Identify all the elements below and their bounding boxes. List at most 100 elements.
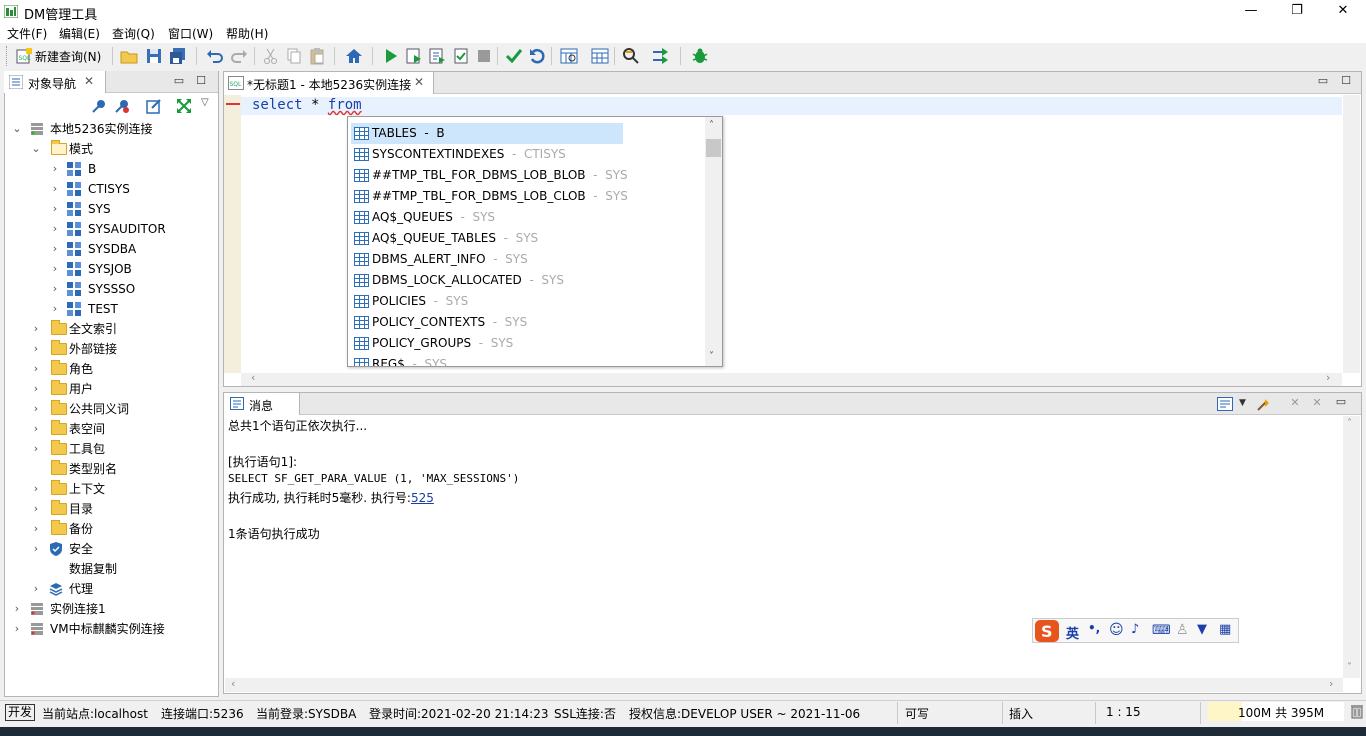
maximize-view-icon[interactable]: ☐ — [1340, 75, 1352, 87]
editor-horizontal-scrollbar[interactable]: ‹ › — [241, 371, 1342, 386]
commit-icon[interactable] — [505, 47, 523, 65]
expand-icon[interactable]: › — [12, 619, 22, 639]
view-menu-icon[interactable]: ▽ — [201, 97, 209, 108]
new-query-button[interactable]: 新建查询(N) — [35, 48, 101, 65]
expand-icon[interactable]: › — [31, 539, 41, 559]
toolbox-icon[interactable]: ▦ — [1219, 622, 1231, 637]
table-designer-icon[interactable] — [591, 47, 609, 65]
ime-toolbar[interactable]: S 英 •, ☺ ♪ ⌨ ♙ ▼ ▦ — [1032, 618, 1239, 643]
debug-icon[interactable] — [691, 47, 709, 65]
expand-icon[interactable]: › — [31, 499, 41, 519]
rollback-icon[interactable] — [528, 47, 546, 65]
expand-icon[interactable]: › — [31, 379, 41, 399]
expand-icon[interactable]: › — [31, 399, 41, 419]
close-tab-icon[interactable]: ✕ — [84, 74, 94, 88]
redo-icon[interactable] — [230, 47, 248, 65]
sql-code-line[interactable]: select * from — [252, 97, 362, 113]
editor-vertical-scrollbar[interactable] — [1343, 95, 1360, 373]
scroll-up-icon[interactable]: ˄ — [1347, 418, 1352, 429]
keyboard-icon[interactable]: ⌨ — [1152, 623, 1171, 638]
execute-script-icon[interactable] — [452, 47, 470, 65]
expand-icon[interactable]: › — [31, 479, 41, 499]
user-icon[interactable]: ♙ — [1176, 622, 1189, 638]
expand-icon[interactable]: › — [50, 279, 60, 299]
expand-icon[interactable]: › — [50, 239, 60, 259]
scroll-left-icon[interactable]: ‹ — [231, 677, 235, 690]
menu-file[interactable]: 文件(F) — [7, 25, 47, 42]
ime-language[interactable]: 英 — [1066, 623, 1079, 642]
autocomplete-popup[interactable]: TABLES - B SYSCONTEXTINDEXES - CTISYS ##TM… — [347, 116, 723, 367]
close-tab-icon[interactable]: ✕ — [414, 75, 424, 89]
exec-number-link[interactable]: 525 — [411, 491, 434, 505]
menu-window[interactable]: 窗口(W) — [168, 25, 213, 42]
skin-icon[interactable]: ▼ — [1197, 622, 1207, 637]
remove-all-icon[interactable]: ✕ — [1311, 397, 1323, 409]
maximize-view-icon[interactable]: ☐ — [195, 75, 207, 87]
stop-icon[interactable] — [475, 47, 493, 65]
clear-messages-icon[interactable] — [1255, 395, 1273, 413]
ime-punct[interactable]: •, — [1088, 621, 1100, 635]
minimize-view-icon[interactable]: ▭ — [173, 75, 185, 87]
emoji-icon[interactable]: ☺ — [1109, 622, 1124, 638]
execute-step-icon[interactable] — [405, 47, 423, 65]
microphone-icon[interactable]: ♪ — [1131, 622, 1139, 637]
collapse-icon[interactable]: ⌄ — [12, 119, 22, 139]
scroll-thumb[interactable] — [706, 139, 721, 157]
expand-icon[interactable]: › — [50, 199, 60, 219]
minimize-button[interactable]: — — [1228, 0, 1274, 23]
messages-horizontal-scrollbar[interactable]: ‹ › — [225, 677, 1343, 692]
memory-indicator[interactable]: 100M 共 395M — [1208, 702, 1344, 721]
open-folder-icon[interactable] — [120, 47, 138, 65]
save-icon[interactable] — [145, 47, 163, 65]
expand-icon[interactable]: › — [31, 359, 41, 379]
expand-icon[interactable]: › — [31, 519, 41, 539]
scroll-down-icon[interactable]: ˅ — [1347, 662, 1352, 673]
garbage-collect-icon[interactable] — [1350, 703, 1364, 719]
scroll-down-icon[interactable]: ˅ — [709, 351, 714, 362]
edit-icon[interactable] — [146, 98, 162, 114]
expand-icon[interactable]: › — [50, 219, 60, 239]
messages-vertical-scrollbar[interactable]: ˄ ˅ — [1343, 416, 1360, 678]
explain-icon[interactable] — [428, 47, 446, 65]
expand-icon[interactable]: › — [50, 299, 60, 319]
expand-icon[interactable]: › — [31, 579, 41, 599]
autocomplete-scrollbar[interactable]: ˄ ˅ — [705, 117, 722, 366]
scroll-left-icon[interactable]: ‹ — [251, 371, 255, 384]
home-icon[interactable] — [345, 47, 363, 65]
expand-all-icon[interactable] — [176, 98, 192, 114]
scroll-right-icon[interactable]: › — [1329, 677, 1333, 690]
minimize-view-icon[interactable]: ▭ — [1317, 75, 1329, 87]
tab-messages[interactable]: 消息 — [224, 393, 300, 415]
restore-button[interactable]: ❐ — [1274, 0, 1320, 23]
expand-icon[interactable]: › — [31, 319, 41, 339]
dropdown-icon[interactable]: ▼ — [1239, 398, 1246, 408]
message-view-icon[interactable] — [1217, 397, 1233, 411]
expand-icon[interactable]: › — [50, 179, 60, 199]
paste-icon[interactable] — [308, 47, 326, 65]
menu-help[interactable]: 帮助(H) — [226, 25, 268, 42]
expand-icon[interactable]: › — [31, 339, 41, 359]
transfer-icon[interactable] — [652, 47, 670, 65]
undo-icon[interactable] — [206, 47, 224, 65]
expand-icon[interactable]: › — [12, 599, 22, 619]
expand-icon[interactable]: › — [50, 159, 60, 179]
save-all-icon[interactable] — [169, 47, 187, 65]
expand-icon[interactable]: › — [31, 439, 41, 459]
remove-icon[interactable]: ✕ — [1289, 397, 1301, 409]
menu-edit[interactable]: 编辑(E) — [59, 25, 100, 42]
minimize-view-icon[interactable]: ▭ — [1335, 396, 1347, 408]
copy-icon[interactable] — [285, 47, 303, 65]
menu-query[interactable]: 查询(Q) — [112, 25, 155, 42]
expand-icon[interactable]: › — [31, 419, 41, 439]
execute-icon[interactable] — [382, 47, 400, 65]
close-button[interactable]: ✕ — [1320, 0, 1366, 23]
disconnect-icon[interactable] — [114, 98, 130, 114]
scroll-right-icon[interactable]: › — [1326, 371, 1330, 384]
query-plan-icon[interactable] — [560, 47, 578, 65]
connect-icon[interactable] — [91, 98, 107, 114]
cut-icon[interactable] — [262, 47, 280, 65]
scroll-up-icon[interactable]: ˄ — [709, 120, 714, 131]
expand-icon[interactable]: › — [50, 259, 60, 279]
tab-untitled-query[interactable]: SQL *无标题1 - 本地5236实例连接 ✕ — [224, 72, 434, 94]
format-icon[interactable] — [622, 47, 640, 65]
